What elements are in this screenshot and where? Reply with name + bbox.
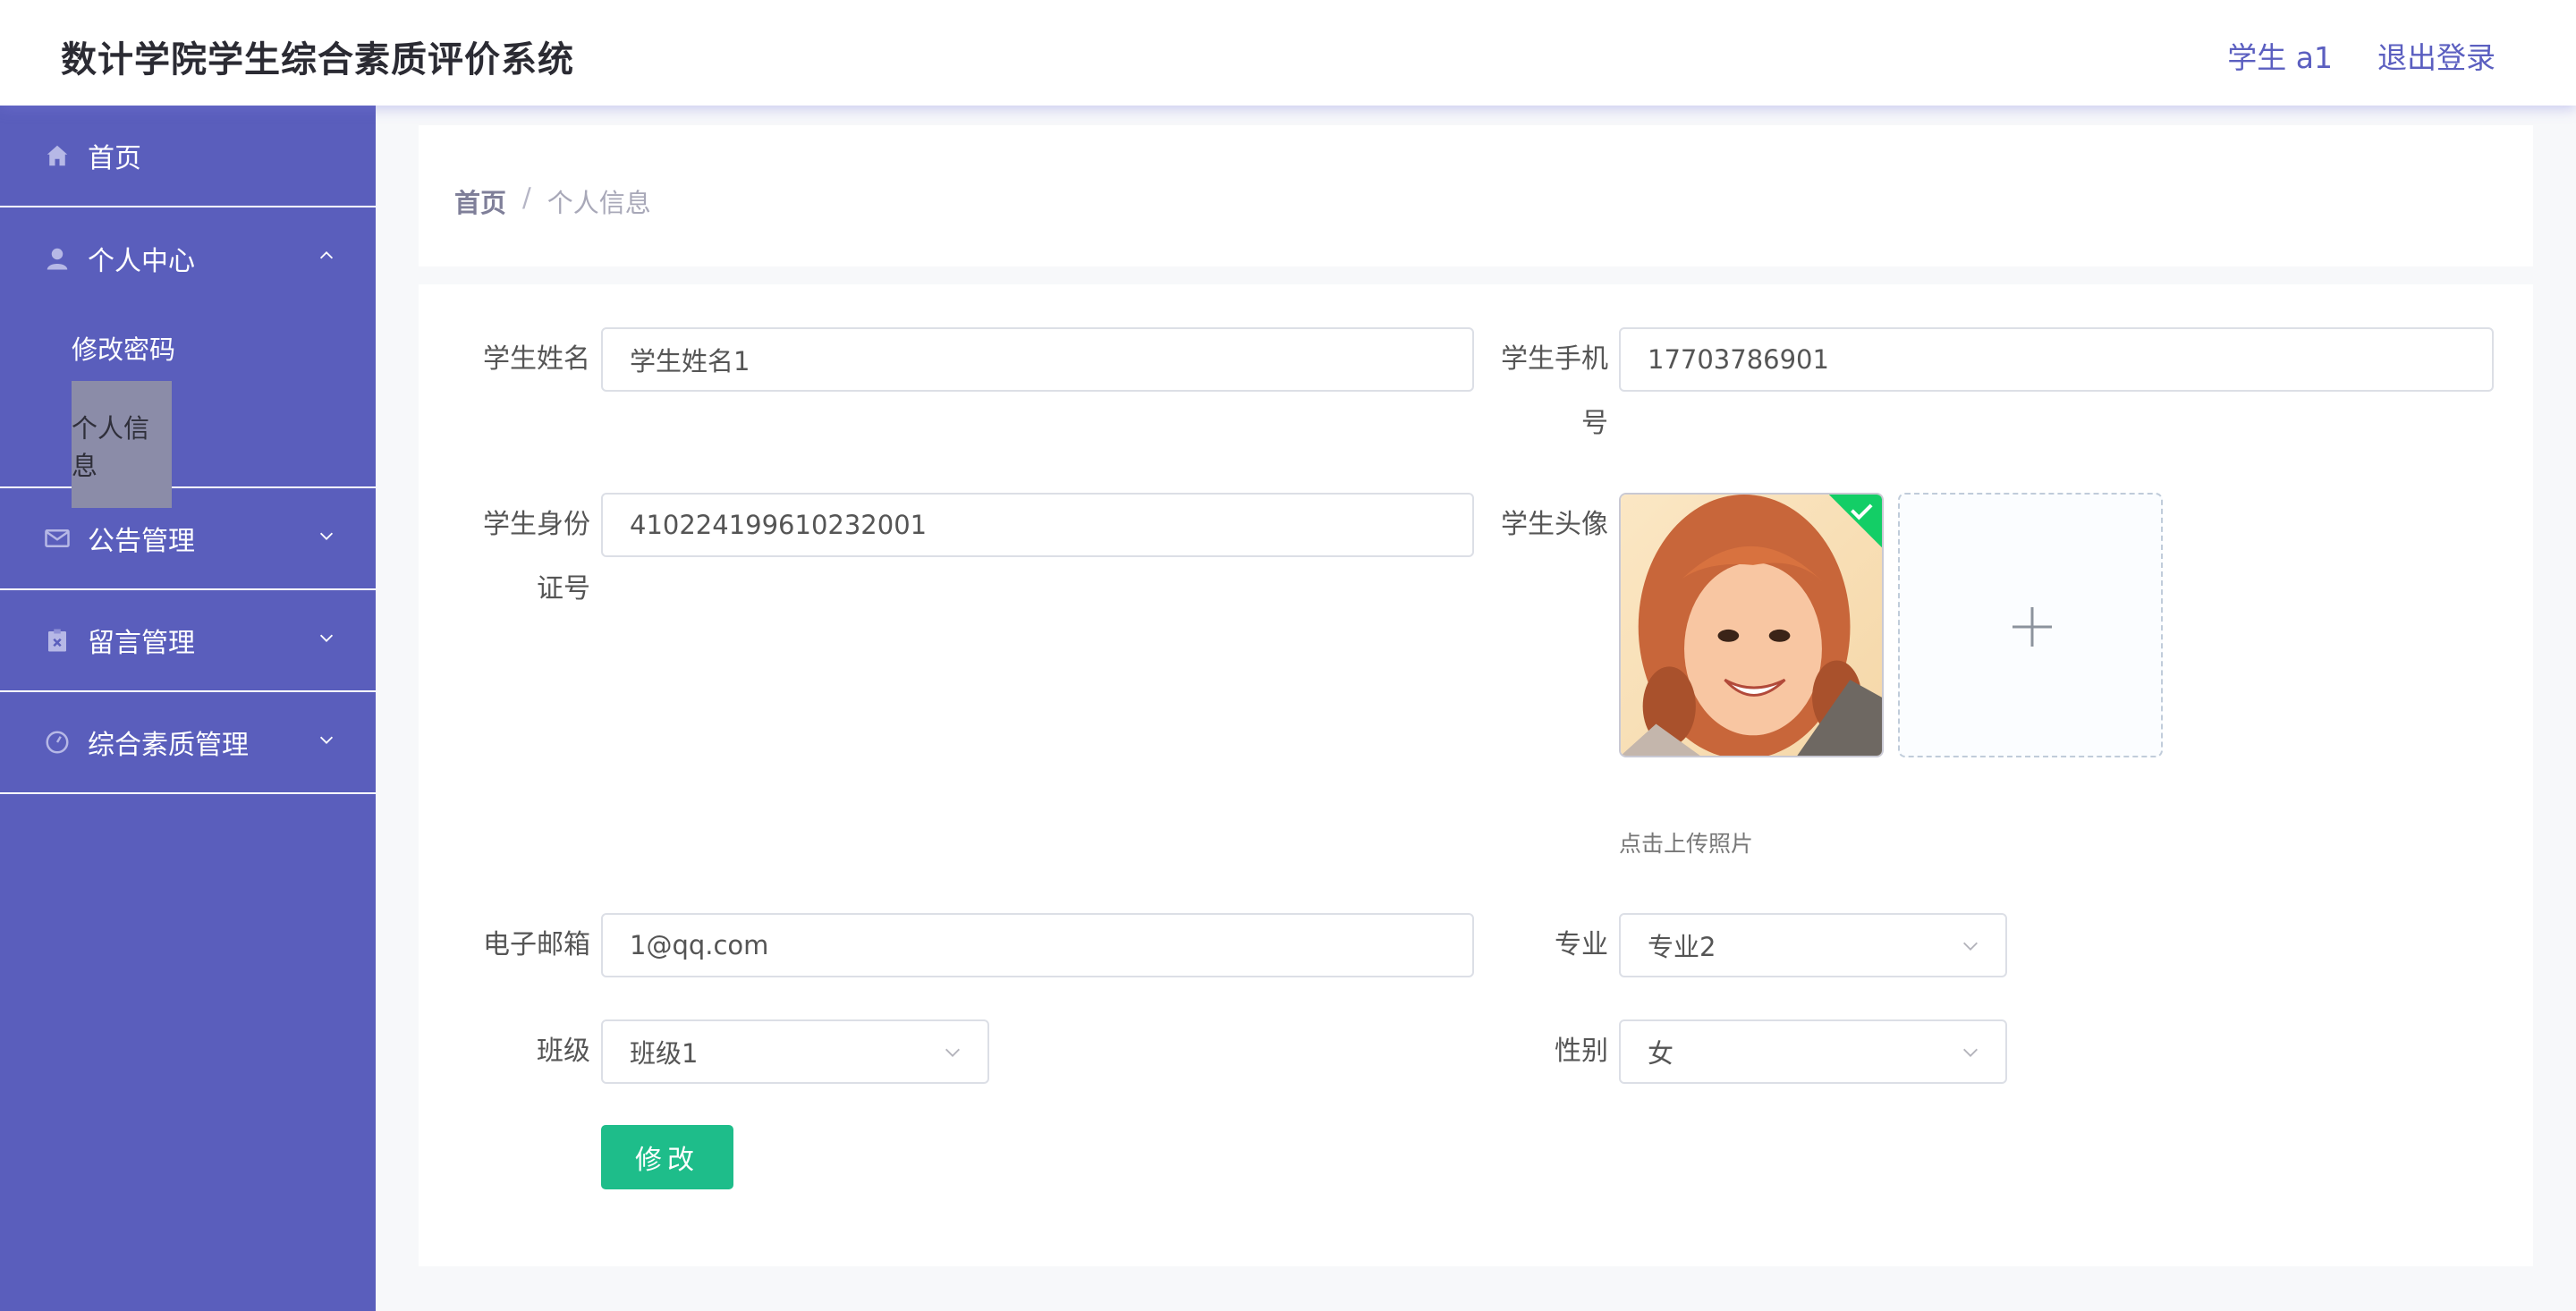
submit-button[interactable]: 修改 xyxy=(601,1125,733,1189)
user-icon xyxy=(43,244,72,273)
major-select[interactable]: 专业2 xyxy=(1619,913,2007,977)
sidebar-item-notices[interactable]: 公告管理 xyxy=(0,488,376,590)
class-select-value: 班级1 xyxy=(630,1038,699,1069)
mail-icon xyxy=(43,524,72,553)
avatar-label: 学生头像 xyxy=(1501,509,1608,540)
avatar-preview[interactable] xyxy=(1619,493,1884,757)
clipboard-icon xyxy=(43,626,72,655)
sidebar-item-quality[interactable]: 综合素质管理 xyxy=(0,692,376,794)
gender-label: 性别 xyxy=(1555,1036,1608,1067)
sidebar-item-label: 个人中心 xyxy=(88,246,195,277)
major-label: 专业 xyxy=(1555,929,1608,960)
avatar-photo xyxy=(1621,495,1882,756)
chevron-down-icon xyxy=(945,1048,960,1057)
plus-icon xyxy=(2012,607,2052,647)
breadcrumb-current: 个人信息 xyxy=(547,188,651,218)
name-input-value: 学生姓名1 xyxy=(630,346,750,376)
name-label: 学生姓名 xyxy=(483,343,590,375)
sidebar-item-label: 首页 xyxy=(88,143,141,174)
submenu-personal-center: 修改密码 个人信息 xyxy=(0,309,376,508)
home-icon xyxy=(43,141,72,170)
chevron-down-icon xyxy=(319,634,334,642)
chevron-up-icon xyxy=(319,251,334,259)
phone-label: 学生手机 xyxy=(1501,343,1608,375)
class-label: 班级 xyxy=(537,1036,590,1067)
sidebar-item-personal-center[interactable]: 个人中心 xyxy=(0,207,376,309)
name-input[interactable]: 学生姓名1 xyxy=(601,327,1474,392)
logout-link[interactable]: 退出登录 xyxy=(2377,34,2496,77)
sidebar: 首页 个人中心 修改密码 个人信息 公告管理 留言管理 综合素质管理 xyxy=(0,106,376,1311)
app-title: 数计学院学生综合素质评价系统 xyxy=(61,39,574,80)
breadcrumb: 首页 / 个人信息 xyxy=(454,182,651,220)
email-label: 电子邮箱 xyxy=(483,929,590,960)
id-number-label-cont: 证号 xyxy=(537,573,590,605)
id-number-label: 学生身份 xyxy=(483,509,590,540)
email-input-value: 1@qq.com xyxy=(630,930,769,960)
sidebar-item-label: 综合素质管理 xyxy=(88,730,249,761)
profile-form: 学生姓名 学生姓名1 学生手机 号 17703786901 学生身份 证号 41… xyxy=(419,284,2533,1266)
gender-select-value: 女 xyxy=(1648,1038,1674,1069)
header-actions: 学生 a1 退出登录 xyxy=(2227,34,2496,77)
top-header: 数计学院学生综合素质评价系统 学生 a1 退出登录 xyxy=(0,0,2576,106)
phone-input[interactable]: 17703786901 xyxy=(1619,327,2494,392)
phone-label-cont: 号 xyxy=(1581,408,1608,439)
email-input[interactable]: 1@qq.com xyxy=(601,913,1474,977)
chevron-down-icon xyxy=(1963,942,1978,951)
class-select[interactable]: 班级1 xyxy=(601,1019,989,1084)
gauge-icon xyxy=(43,728,72,757)
sidebar-item-label: 留言管理 xyxy=(88,628,195,659)
phone-input-value: 17703786901 xyxy=(1648,344,1829,375)
gender-select[interactable]: 女 xyxy=(1619,1019,2007,1084)
chevron-down-icon xyxy=(1963,1048,1978,1057)
sidebar-item-home[interactable]: 首页 xyxy=(0,106,376,207)
id-number-input-value: 410224199610232001 xyxy=(630,510,928,540)
sidebar-item-change-password[interactable]: 修改密码 xyxy=(72,329,175,367)
sidebar-item-label: 公告管理 xyxy=(88,526,195,557)
upload-tip: 点击上传照片 xyxy=(1619,831,1754,857)
chevron-down-icon xyxy=(319,736,334,744)
breadcrumb-card: 首页 / 个人信息 xyxy=(419,125,2533,266)
chevron-down-icon xyxy=(319,532,334,540)
breadcrumb-separator: / xyxy=(522,182,531,213)
sidebar-item-messages[interactable]: 留言管理 xyxy=(0,590,376,692)
id-number-input[interactable]: 410224199610232001 xyxy=(601,493,1474,557)
breadcrumb-home[interactable]: 首页 xyxy=(454,182,506,220)
avatar-upload-button[interactable] xyxy=(1898,493,2163,757)
current-user-link[interactable]: 学生 a1 xyxy=(2227,34,2333,77)
major-select-value: 专业2 xyxy=(1648,932,1716,962)
